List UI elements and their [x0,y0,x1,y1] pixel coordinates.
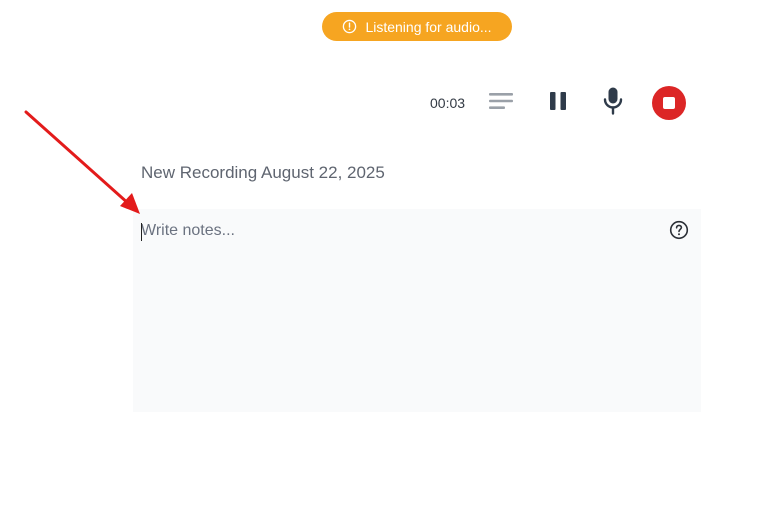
stop-recording-button[interactable] [652,86,686,120]
pause-button[interactable] [544,89,572,117]
help-button[interactable] [669,220,689,245]
microphone-button[interactable] [599,87,627,119]
text-cursor [141,223,142,241]
status-text: Listening for audio... [365,18,492,35]
notes-panel [133,209,701,412]
recording-screen: Listening for audio... 00:03 New Recordi… [0,0,761,518]
recording-title: New Recording August 22, 2025 [141,163,385,182]
microphone-icon [602,86,624,121]
recording-timer: 00:03 [430,95,466,111]
transcript-toggle-button[interactable] [486,90,516,116]
notes-input[interactable] [141,219,651,399]
help-circle-icon [669,220,689,245]
alert-circle-icon [342,19,357,34]
listening-status-badge: Listening for audio... [322,12,512,41]
lines-icon [488,91,514,116]
stop-icon [663,97,675,109]
pause-icon [548,90,568,117]
